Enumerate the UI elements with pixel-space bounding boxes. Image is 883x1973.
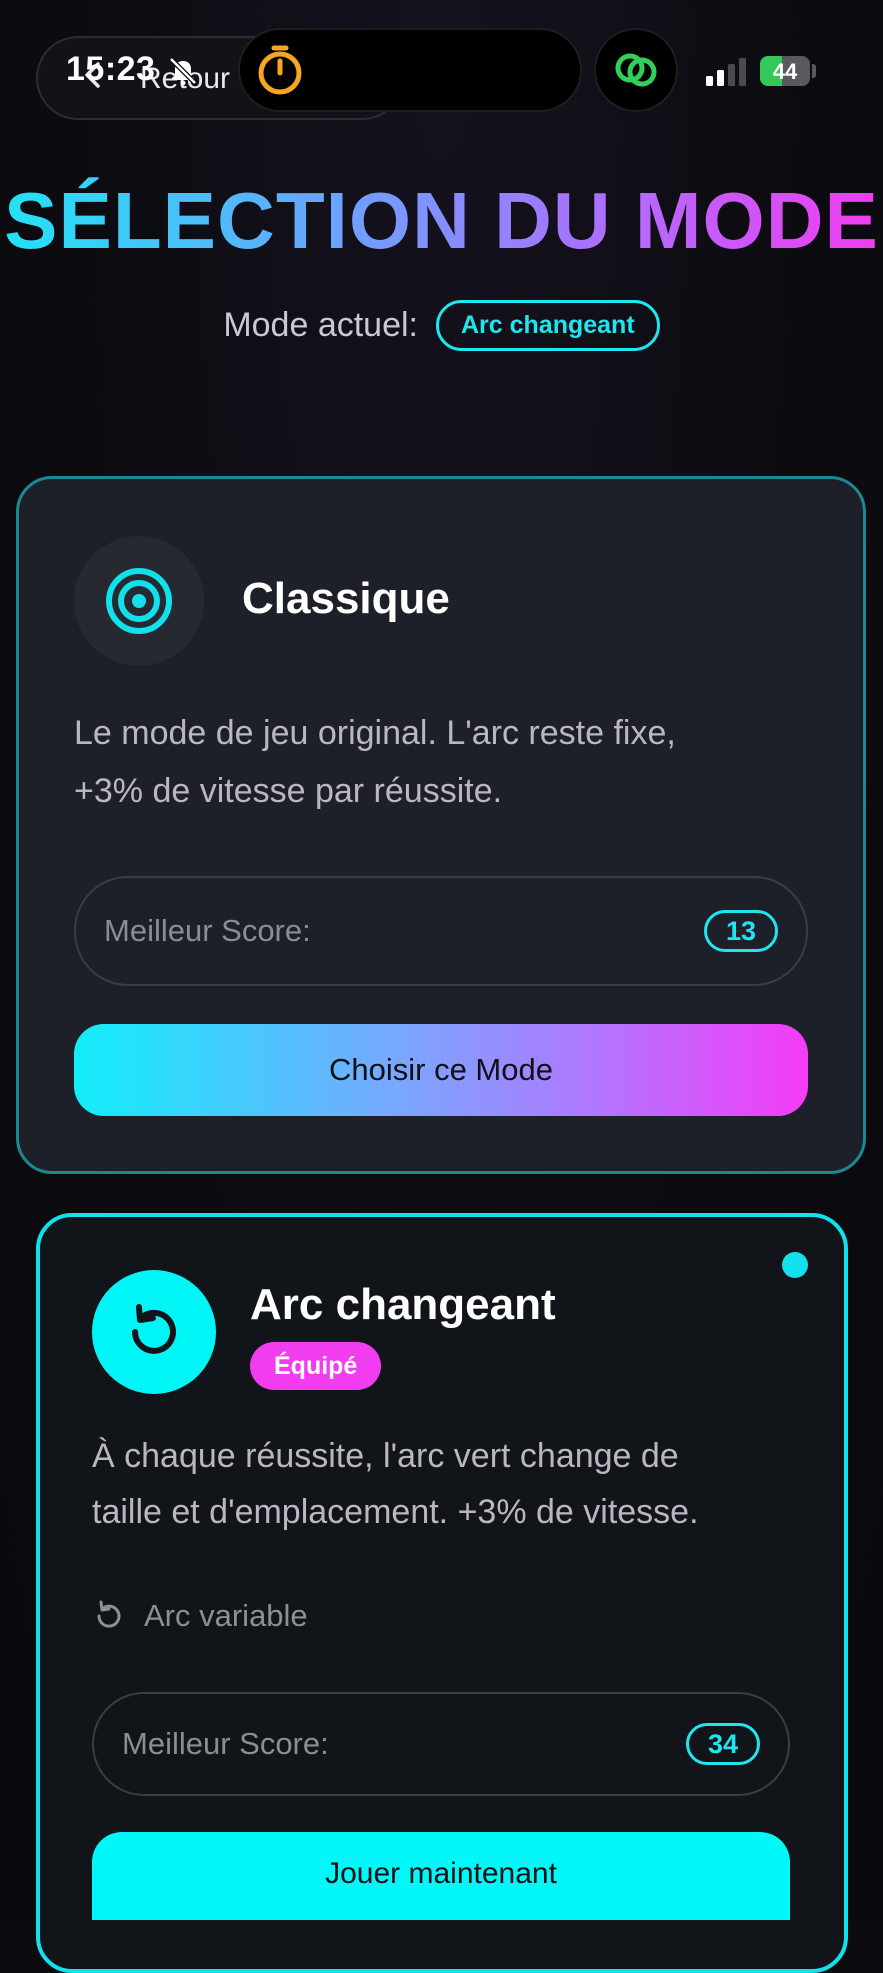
rotate-small-icon [97,1600,121,1628]
battery-percent: 44 [772,59,798,84]
current-mode-chip: Arc changeant [436,300,660,351]
mode-description-line: À chaque réussite, l'arc vert change de [92,1437,679,1475]
mode-description-line: taille et d'emplacement. +3% de vitesse. [92,1493,699,1531]
battery-nub [812,64,816,78]
best-score-value: 13 [704,910,778,952]
equipped-badge: Équipé [250,1342,382,1390]
timer-icon [258,45,302,95]
best-score-box: Meilleur Score: 34 [92,1692,790,1796]
target-icon [106,568,172,634]
mode-description: Le mode de jeu original. L'arc reste fix… [74,704,676,820]
mode-description-line: Le mode de jeu original. L'arc reste fix… [74,714,676,752]
mode-icon-container [92,1270,216,1394]
current-mode-label: Mode actuel: [223,306,418,344]
mode-description: À chaque réussite, l'arc vert change de … [92,1428,699,1540]
mode-icon-container [74,536,204,666]
selected-indicator-dot [782,1252,808,1278]
feature-label: Arc variable [144,1598,308,1633]
mode-description-line: +3% de vitesse par réussite. [74,772,503,810]
battery-indicator: 44 [760,56,810,86]
page-title: SÉLECTION DU MODE [0,176,883,266]
mode-feature: Arc variable [92,1598,308,1634]
status-time: 15:23 [66,50,156,88]
best-score-box: Meilleur Score: 13 [74,876,808,986]
mode-title: Arc changeant [250,1280,556,1329]
best-score-label: Meilleur Score: [122,1726,329,1761]
mode-title: Classique [242,574,450,623]
rotate-icon [132,1304,176,1354]
choose-mode-button[interactable]: Choisir ce Mode [74,1024,808,1116]
mute-bell-icon [169,57,197,86]
best-score-value: 34 [686,1723,760,1765]
best-score-label: Meilleur Score: [104,913,311,948]
cellular-signal-icon [706,58,746,86]
play-now-button[interactable]: Jouer maintenant [92,1832,790,1920]
link-icon [615,53,657,87]
current-mode-row: Mode actuel: Arc changeant [0,300,883,351]
